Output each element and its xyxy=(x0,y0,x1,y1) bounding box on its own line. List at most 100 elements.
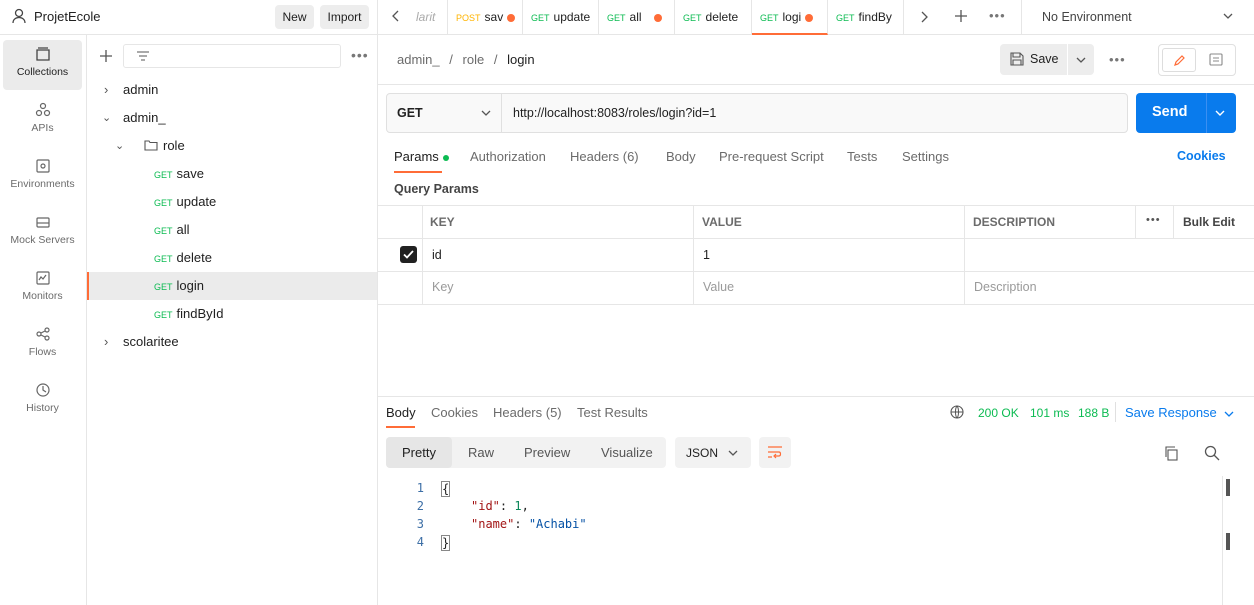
breadcrumb-request[interactable]: login xyxy=(507,52,534,67)
globe-icon[interactable] xyxy=(950,405,964,419)
response-size[interactable]: 188 B xyxy=(1078,406,1109,420)
breadcrumb-folder[interactable]: role xyxy=(463,52,485,67)
folder-admin_[interactable]: ⌄ admin_ xyxy=(87,104,377,132)
more-options-icon[interactable]: ••• xyxy=(351,47,369,63)
new-description-input[interactable]: Description xyxy=(974,280,1037,294)
chevron-down-icon xyxy=(1224,411,1234,417)
folder-role[interactable]: ⌄ role xyxy=(87,132,377,160)
rail-label: Mock Servers xyxy=(10,234,75,246)
copy-icon[interactable] xyxy=(1164,446,1179,461)
rail-environments[interactable]: Environments xyxy=(3,152,82,202)
folder-admin[interactable]: › admin xyxy=(87,76,377,104)
param-checkbox[interactable] xyxy=(400,246,417,263)
tab-pre-request-script[interactable]: Pre-request Script xyxy=(719,149,824,164)
save-button[interactable]: Save xyxy=(1000,44,1067,75)
response-time[interactable]: 101 ms xyxy=(1030,406,1069,420)
tree-request-delete[interactable]: GET delete xyxy=(87,244,377,272)
import-button[interactable]: Import xyxy=(320,5,369,29)
method-badge: GET xyxy=(836,13,855,23)
sidebar-rail: Collections APIs Environments Mock Serve… xyxy=(0,35,87,605)
send-button[interactable]: Send xyxy=(1136,93,1236,133)
tab-get-findbyid[interactable]: GET findBy xyxy=(828,0,904,35)
status-code[interactable]: 200 OK xyxy=(978,406,1019,420)
tab-headers[interactable]: Headers (6) xyxy=(570,149,639,164)
save-options-button[interactable] xyxy=(1068,44,1094,75)
environment-label: No Environment xyxy=(1042,10,1132,24)
tab-get-login[interactable]: GET logi xyxy=(752,0,828,35)
rail-history[interactable]: History xyxy=(3,376,82,426)
user-icon[interactable] xyxy=(12,8,26,24)
bulk-edit-button[interactable]: Bulk Edit xyxy=(1183,215,1235,229)
view-preview[interactable]: Preview xyxy=(524,445,570,460)
chevron-down-icon xyxy=(728,450,738,456)
scrollbar-thumb[interactable] xyxy=(1226,479,1230,496)
method-select[interactable]: GET xyxy=(387,94,502,132)
scroll-right-icon[interactable] xyxy=(920,11,928,23)
plus-icon[interactable] xyxy=(99,49,113,63)
resp-tab-cookies[interactable]: Cookies xyxy=(431,405,478,420)
filter-input[interactable] xyxy=(123,44,341,68)
tree-request-findById[interactable]: GET findById xyxy=(87,300,377,328)
checkmark-icon xyxy=(403,250,414,259)
tab-post-save[interactable]: POST sav xyxy=(448,0,523,35)
new-value-input[interactable]: Value xyxy=(703,280,734,294)
tree-request-all[interactable]: GET all xyxy=(87,216,377,244)
save-response-button[interactable]: Save Response xyxy=(1125,405,1234,420)
folder-scolaritee[interactable]: › scolaritee xyxy=(87,328,377,356)
resp-tab-test-results[interactable]: Test Results xyxy=(577,405,648,420)
view-visualize[interactable]: Visualize xyxy=(601,445,653,460)
resp-tab-headers[interactable]: Headers (5) xyxy=(493,405,562,420)
method-badge: GET xyxy=(531,13,550,23)
tab-authorization[interactable]: Authorization xyxy=(470,149,546,164)
view-toggle xyxy=(1158,44,1236,76)
view-raw[interactable]: Raw xyxy=(468,445,494,460)
response-body[interactable]: 1 2 3 4 { "id": 1, "name": "Achabi" } xyxy=(378,476,1254,605)
scroll-left-icon[interactable] xyxy=(392,10,400,22)
url-input[interactable]: http://localhost:8083/roles/login?id=1 xyxy=(513,106,716,120)
tab-label: findBy xyxy=(858,10,892,24)
active-tab-underline xyxy=(394,171,442,173)
tab-get-update[interactable]: GET update xyxy=(523,0,599,35)
rail-apis[interactable]: APIs xyxy=(3,96,82,146)
rail-label: Flows xyxy=(28,346,57,358)
table-more-icon[interactable]: ••• xyxy=(1146,214,1161,226)
new-tab-icon[interactable] xyxy=(954,9,968,23)
wrap-lines-button[interactable] xyxy=(759,437,791,468)
breadcrumb-collection[interactable]: admin_ xyxy=(397,52,440,67)
tab-get-all[interactable]: GET all xyxy=(599,0,675,35)
param-key[interactable]: id xyxy=(432,248,442,262)
new-button[interactable]: New xyxy=(275,5,314,29)
rail-flows[interactable]: Flows xyxy=(3,320,82,370)
format-select[interactable]: JSON xyxy=(675,437,751,468)
request-name: save xyxy=(176,166,204,181)
param-value[interactable]: 1 xyxy=(703,248,710,262)
edit-mode-button[interactable] xyxy=(1162,48,1196,72)
docs-mode-button[interactable] xyxy=(1199,48,1233,72)
tab-settings[interactable]: Settings xyxy=(902,149,949,164)
rail-mock-servers[interactable]: Mock Servers xyxy=(3,208,82,258)
rail-collections[interactable]: Collections xyxy=(3,40,82,90)
tab-get-delete[interactable]: GET delete xyxy=(675,0,752,35)
view-pretty[interactable]: Pretty xyxy=(386,437,452,468)
method-badge: GET xyxy=(154,198,173,208)
tree-request-login[interactable]: GET login xyxy=(87,272,377,300)
resp-tab-body[interactable]: Body xyxy=(386,405,416,420)
environment-select[interactable]: No Environment xyxy=(1021,0,1254,35)
tree-request-save[interactable]: GET save xyxy=(87,160,377,188)
request-more-icon[interactable]: ••• xyxy=(1109,52,1126,67)
tree-request-update[interactable]: GET update xyxy=(87,188,377,216)
tab-tests[interactable]: Tests xyxy=(847,149,877,164)
tab-params[interactable]: Params xyxy=(394,149,449,164)
tabs-more-icon[interactable]: ••• xyxy=(989,8,1006,23)
pencil-icon xyxy=(1174,55,1185,66)
search-icon[interactable] xyxy=(1204,445,1220,461)
tab-scolaritee[interactable]: larit xyxy=(408,0,448,35)
rail-monitors[interactable]: Monitors xyxy=(3,264,82,314)
cookies-link[interactable]: Cookies xyxy=(1177,149,1226,163)
tab-body[interactable]: Body xyxy=(666,149,696,164)
breadcrumb-sep: / xyxy=(493,52,498,67)
chevron-down-icon[interactable] xyxy=(1215,110,1225,116)
monitors-icon xyxy=(35,271,50,285)
new-key-input[interactable]: Key xyxy=(432,280,454,294)
workspace-name[interactable]: ProjetEcole xyxy=(34,9,100,24)
